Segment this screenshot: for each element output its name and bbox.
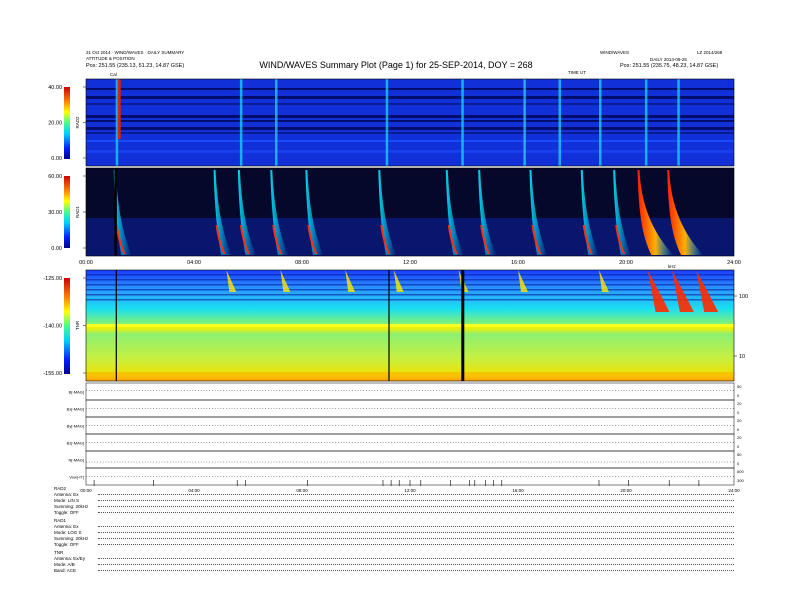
settings-dots [98,544,734,546]
rad2-burst [239,79,243,166]
rad1-xtick: 16:00 [511,260,525,266]
trend-xtick: 16:00 [512,488,524,493]
rad2-ytick: 20.00 [48,121,62,127]
rad1-colorbar [64,176,70,248]
trend-right-tick: 50 [737,384,742,389]
rad1-xtick: 20:00 [619,260,633,266]
rad1-ylabel: RAD1 [75,206,80,219]
tnr-ytick: -125.00 [43,276,62,282]
rad1-xtick: 24:00 [727,260,741,266]
settings-line: Antenna: Ex [54,492,79,497]
settings-dots [98,526,734,528]
settings-group-title: RAD2 [54,486,67,491]
settings-dots [98,558,734,560]
trend-right-tick: 0 [737,393,740,398]
rad1-xtick: 12:00 [403,260,417,266]
tnr-ylabel: TNR [75,320,80,330]
settings-group-title: RAD1 [54,518,67,523]
trend-row-label: Bz[-MAG] [67,441,84,446]
tnr-panel [85,269,735,382]
rad2-cal-strip [117,79,121,139]
tnr-ytick: -155.00 [43,371,62,377]
rad1-ytick: 0.00 [51,246,62,252]
rad1-xtick: 08:00 [295,260,309,266]
trend-right-tick: 20 [737,418,742,423]
settings-dots [98,564,734,566]
trend-row-label: By[-MAG] [67,424,84,429]
rad2-burst [677,79,680,166]
rad2-burst [523,79,526,166]
rad1-cal-gap [114,168,117,256]
settings-dots [98,538,734,540]
rad1-ytick: 30.00 [48,210,62,216]
settings-dots [98,532,734,534]
settings-dots [98,512,734,514]
rad2-burst [599,79,602,166]
rad2-panel [85,78,735,167]
tnr-colorbar [64,278,70,374]
trend-right-tick: 20 [737,401,742,406]
trend-right-tick: 600 [737,469,744,474]
tnr-dropout [115,270,117,381]
trend-row-label: B[-MAG] [69,390,84,395]
settings-line: Toggle: OFF [54,510,79,515]
settings-line: Antenna: Ex/Ey [54,556,86,561]
rad2-ytick: 0.00 [51,156,62,162]
trend-xtick: 24:00 [728,488,740,493]
trend-right-tick: 0 [737,410,740,415]
trend-row [85,416,735,435]
settings-line: Summing: 20kHz [54,536,89,541]
settings-group-title: TNR [54,550,64,555]
tnr-dropout [461,270,465,381]
settings-line: Antenna: Ex [54,524,79,529]
trend-row-label: Vsw[-IT] [69,475,84,480]
settings-line: Mode: A/B [54,562,75,567]
trend-row [85,399,735,418]
rad2-ylabel: RAD2 [75,116,80,129]
settings-line: Mode: LIN S [54,498,80,503]
settings-dots [98,494,734,496]
trend-row [85,382,735,401]
settings-line: Mode: LOG S [54,530,82,535]
trend-xtick: 08:00 [296,488,308,493]
trend-right-tick: 0 [737,427,740,432]
trend-xtick: 20:00 [620,488,632,493]
tnr-right-tick: 100 [739,294,748,300]
rad2-burst [558,79,561,166]
trend-right-tick: 300 [737,478,744,483]
trend-xtick: 00:00 [80,488,92,493]
rad2-burst [461,79,464,166]
trend-xtick: 12:00 [404,488,416,493]
tnr-dropout [388,270,390,381]
settings-line: Toggle: OFF [54,542,79,547]
settings-dots [98,500,734,502]
rad2-burst [385,79,389,166]
trend-row-label: Bx[-MAG] [67,407,84,412]
rad2-colorbar [64,87,70,159]
tnr-ytick: -140.00 [43,324,62,330]
trend-right-tick: 0 [737,461,740,466]
rad1-ytick: 60.00 [48,174,62,180]
tnr-right-title: kHz [668,264,676,269]
rad2-ytick: 40.00 [48,85,62,91]
rad2-burst [644,79,648,166]
trend-row [85,433,735,452]
summary-plot: 40.00 20.00 0.00 RAD2 60.00 30.00 0.00 RAD1 -125… [43,78,748,493]
trend-xtick: 04:00 [188,488,200,493]
rad1-xtick: 04:00 [187,260,201,266]
settings-line: Summing: 20kHz [54,504,89,509]
settings-line: Band: ACE [54,568,77,573]
trend-right-tick: 50 [737,452,742,457]
trend-row-label: N[-MAG] [68,458,84,463]
settings-dots [98,506,734,508]
rad1-xtick: 00:00 [79,260,93,266]
settings-dots [98,570,734,572]
tnr-right-tick: 10 [739,354,745,360]
trend-right-tick: 20 [737,435,742,440]
rad1-panel [85,167,735,257]
trend-right-tick: 0 [737,444,740,449]
trend-row [85,450,735,469]
rad2-burst [275,79,278,166]
